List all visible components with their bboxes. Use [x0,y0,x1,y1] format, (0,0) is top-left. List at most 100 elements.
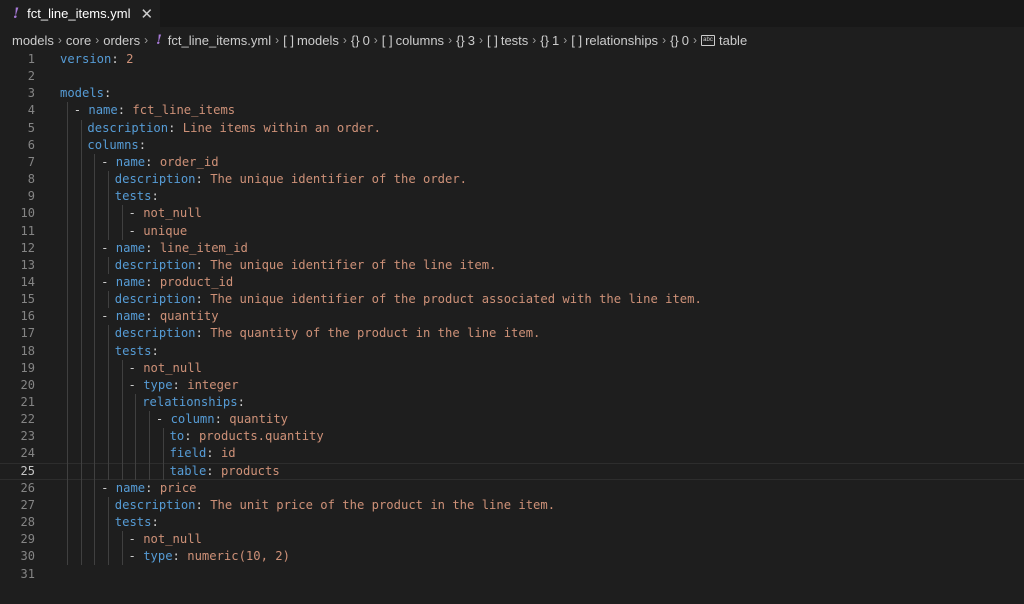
breadcrumb-item[interactable]: models [12,33,54,48]
breadcrumb-label: tests [500,32,529,48]
breadcrumb-label: models [12,32,54,48]
line-number: 6 [27,137,35,152]
code-line: 6 columns: [0,137,1024,154]
line-number: 19 [20,360,35,375]
line-number: 12 [20,240,35,255]
breadcrumb-item[interactable]: ! fct_line_items.yml [152,33,271,48]
code-line: 5 description: Line items within an order… [0,120,1024,137]
code-text: field: id [169,446,236,461]
breadcrumb-item[interactable]: {} 0 [670,33,689,48]
chevron-right-icon: › [275,33,280,47]
array-symbol-icon: [ ] [283,32,294,48]
code-line: 17 description: The quantity of the produ… [0,325,1024,342]
breadcrumb-item[interactable]: {} 3 [456,33,475,48]
breadcrumb: models › core › orders ›! fct_line_items.yml ›[… [0,29,1024,51]
chevron-right-icon: › [448,33,453,47]
code-text: tests: [114,515,159,530]
code-line: 31 [0,566,1024,583]
breadcrumb-label: table [718,32,748,48]
chevron-right-icon: › [662,33,667,47]
breadcrumb-label: 0 [681,32,689,48]
code-text: - name: line_item_id [101,240,248,255]
code-text: - column: quantity [155,412,288,427]
indent-guide [121,205,123,240]
tab-label: fct_line_items.yml [27,6,131,21]
indent-guide [107,171,109,240]
code-line: 1 version: 2 [0,51,1024,68]
chevron-right-icon: › [144,33,149,47]
line-number: 4 [27,103,35,118]
breadcrumb-label: 3 [467,32,475,48]
code-text: - name: fct_line_items [73,103,236,118]
code-text: - name: order_id [101,154,219,169]
line-number: 23 [20,429,35,444]
code-text: models: [60,86,112,101]
code-line: 30 - type: numeric(10, 2) [0,548,1024,565]
code-text: columns: [87,137,147,152]
breadcrumb-item[interactable]: orders [103,33,140,48]
indent-guide [94,153,96,566]
breadcrumb-item[interactable]: core [66,33,91,48]
breadcrumb-label: relationships [585,32,659,48]
code-line: 11 - unique [0,223,1024,240]
code-line: 8 description: The unique identifier of t… [0,171,1024,188]
array-symbol-icon: [ ] [486,32,498,48]
code-line: 27 description: The unit price of the pro… [0,497,1024,514]
code-text: - name: product_id [101,274,234,289]
line-number: 24 [20,446,35,461]
breadcrumb-item[interactable]: [ ] relationships [571,33,658,48]
code-line: 21 relationships: [0,394,1024,411]
indent-guide [135,394,137,480]
breadcrumb-item[interactable]: {} 0 [351,33,370,48]
code-text: description: The unique identifier of th… [114,292,702,307]
indent-guide [80,119,82,566]
line-number: 26 [20,480,35,495]
code-text: version: 2 [60,52,134,66]
code-text: - not_null [128,206,202,221]
code-text: - unique [128,223,188,238]
chevron-right-icon: › [95,33,100,47]
code-text: - type: numeric(10, 2) [128,549,290,564]
code-editor[interactable]: 1 version: 2 2 3 models: 4- name: fct_line_it… [0,51,1024,604]
object-symbol-icon: {} [670,32,679,48]
code-line: 9 tests: [0,188,1024,205]
line-number: 2 [27,69,35,84]
code-text: relationships: [142,395,245,409]
code-text: description: The unique identifier of th… [114,172,468,187]
breadcrumb-item[interactable]: {} 1 [540,33,559,48]
code-line: 29 - not_null [0,531,1024,548]
breadcrumb-item[interactable]: [ ] models [283,33,339,48]
chevron-right-icon: › [373,33,378,47]
yaml-file-icon: ! [13,5,20,22]
breadcrumb-label: core [65,32,92,48]
breadcrumb-label: 0 [362,32,370,48]
breadcrumb-label: 1 [551,32,560,48]
indent-guide [107,496,109,566]
breadcrumb-item[interactable]: [ ] columns [382,33,444,48]
breadcrumb-label: fct_line_items.yml [167,32,272,48]
code-text: - not_null [128,532,202,547]
indent-guide [121,531,123,566]
code-line: 16 - name: quantity [0,308,1024,325]
indent-guide [162,428,164,480]
code-text: - not_null [128,360,202,375]
breadcrumb-item[interactable]: abc table [700,32,748,48]
code-line: 2 [0,68,1024,85]
yaml-file-icon: ! [156,32,162,48]
breadcrumb-label: orders [103,32,141,48]
breadcrumb-item[interactable]: [ ] tests [487,33,528,48]
indent-guide [107,256,109,274]
breadcrumb-label: columns [395,32,445,48]
code-line: 15 description: The unique identifier of … [0,291,1024,308]
line-number: 30 [20,549,35,564]
line-number: 3 [27,86,35,101]
code-text: - type: integer [128,377,239,392]
string-symbol-icon: abc [700,34,715,46]
code-text: description: Line items within an order. [87,120,381,135]
line-number: 22 [20,412,35,427]
tab-fct-line-items[interactable]: ! fct_line_items.yml ✕ [0,0,160,27]
close-icon[interactable]: ✕ [140,5,153,23]
line-number: 5 [27,120,35,135]
object-symbol-icon: {} [350,32,360,48]
indent-guide [121,359,123,480]
